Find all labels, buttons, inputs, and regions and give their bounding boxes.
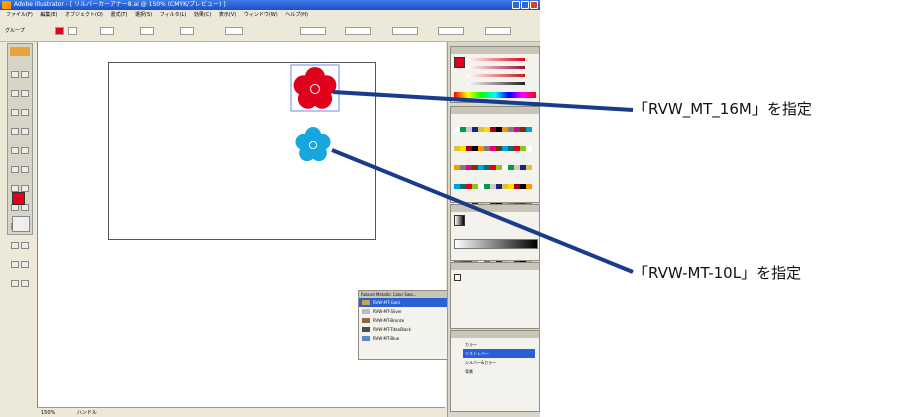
callout-red-flower: 「RVW_MT_16M」を指定 <box>633 100 812 118</box>
callout-blue-flower: 「RVW-MT-10L」を指定 <box>633 264 802 282</box>
callout-lines <box>331 90 634 274</box>
callout-line-blue <box>331 148 634 274</box>
callout-line-red <box>332 90 634 112</box>
